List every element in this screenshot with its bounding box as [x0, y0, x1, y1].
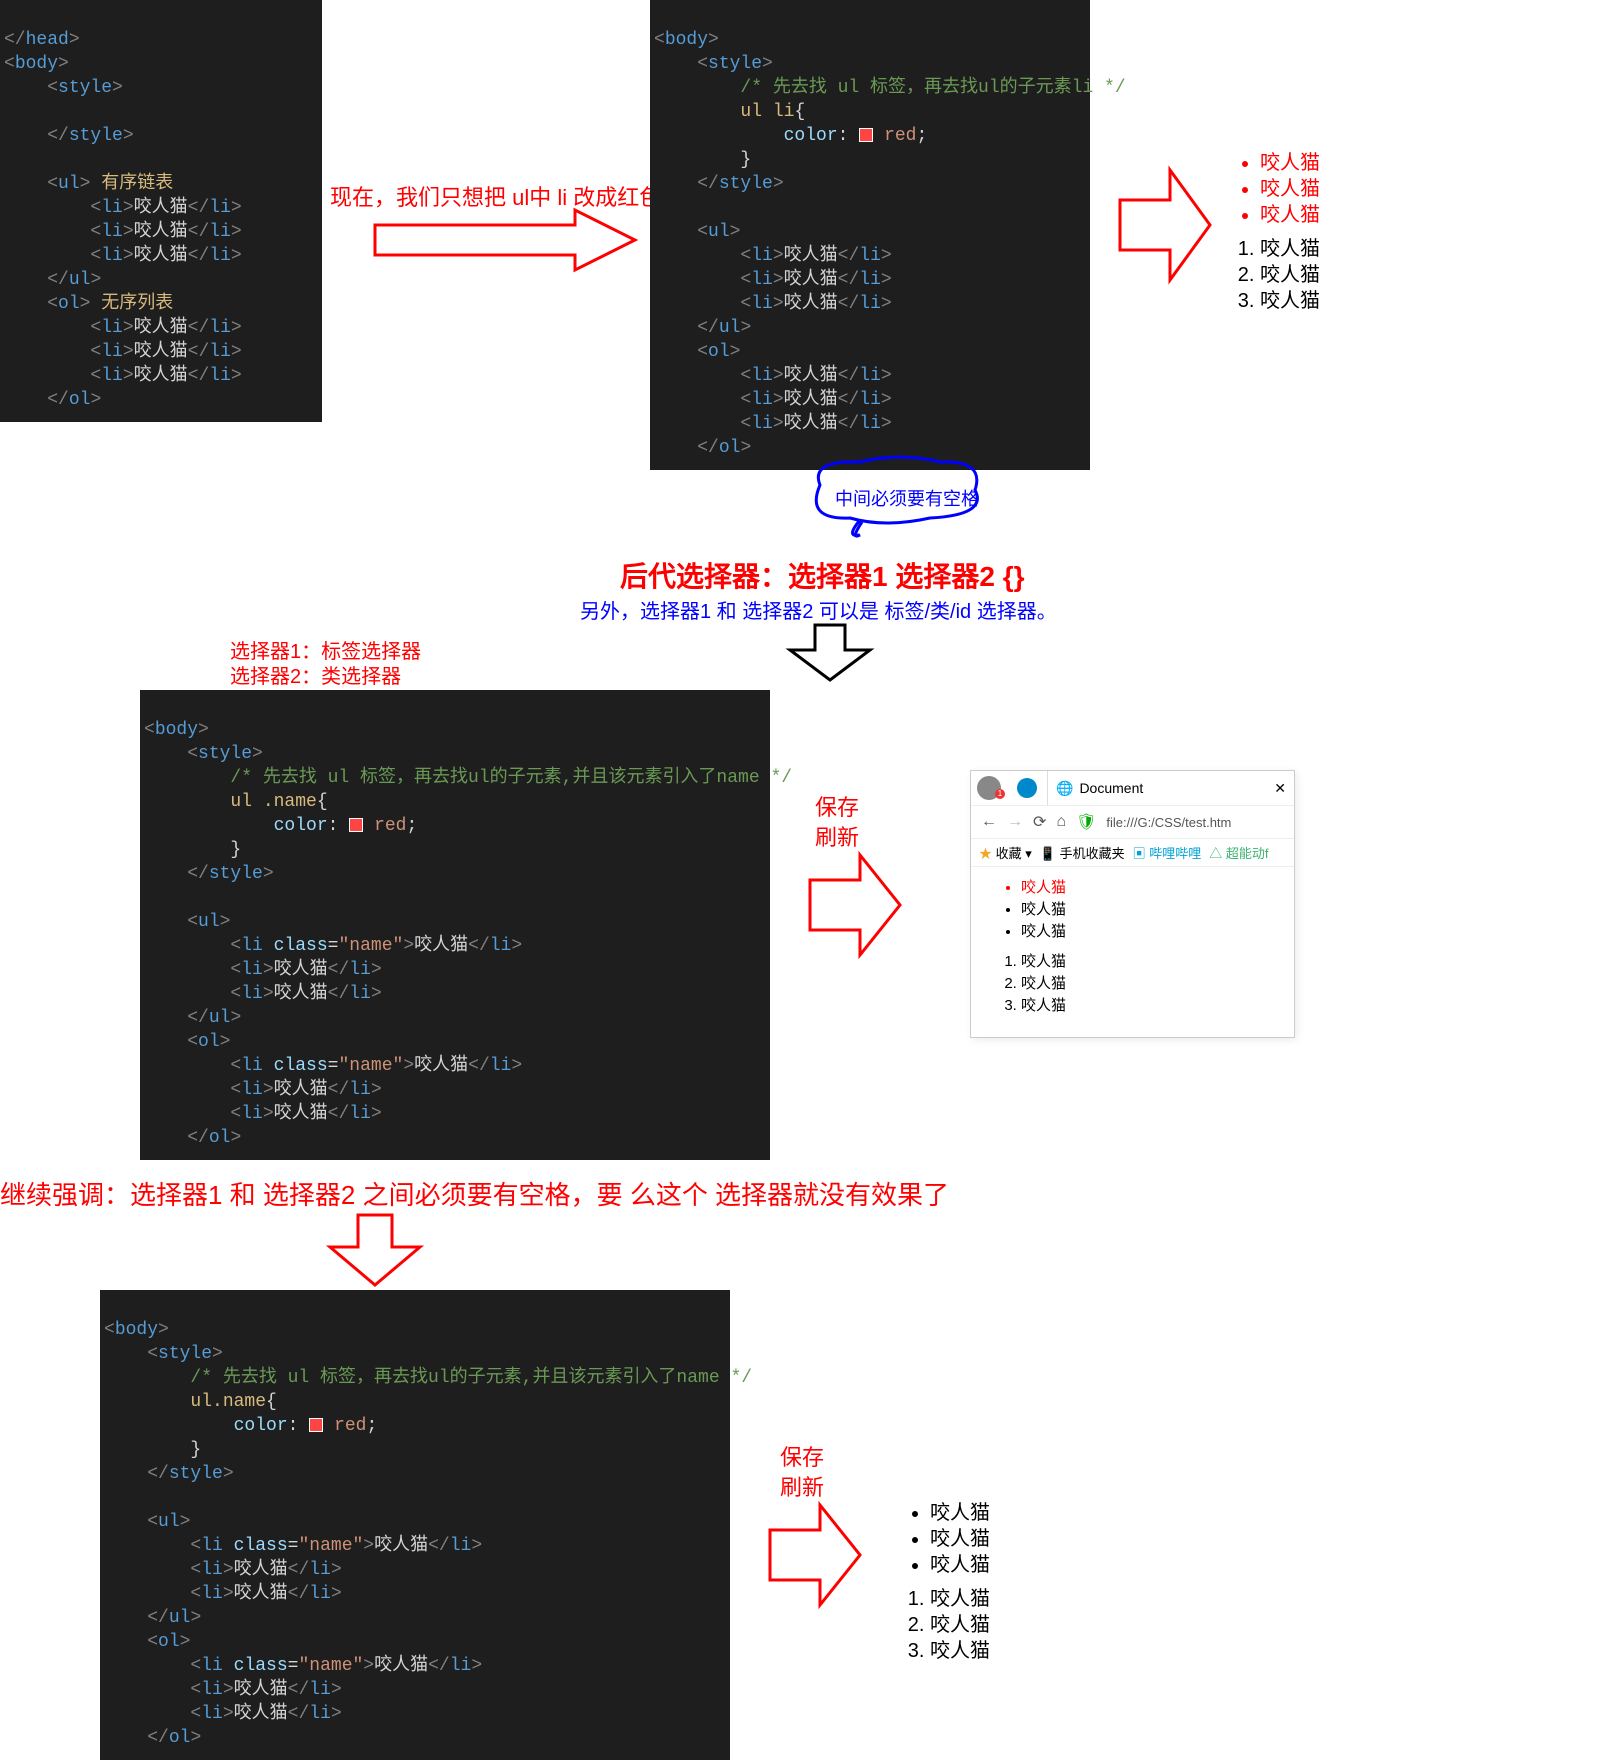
browser-window: 1 🌐 Document ✕ ← → ⟳ ⌂ 🛡 file:///G:/CSS/…	[970, 770, 1295, 1038]
save-label: 保存	[815, 790, 859, 822]
render-result-3: 咬人猫 咬人猫 咬人猫 咬人猫 咬人猫 咬人猫	[880, 1500, 990, 1664]
browser-nav: ← → ⟳ ⌂ 🛡 file:///G:/CSS/test.htm	[971, 805, 1294, 839]
bookmark-bili[interactable]: ▣ 哔哩哔哩	[1133, 843, 1202, 862]
arrow-right-4	[770, 1505, 860, 1605]
list-item: 咬人猫	[1260, 202, 1320, 228]
list-item: 咬人猫	[1021, 973, 1294, 995]
save-label-2: 保存	[780, 1440, 824, 1472]
bookmark-fav[interactable]: ★ 收藏 ▾	[979, 843, 1032, 862]
telegram-icon[interactable]	[1017, 778, 1037, 798]
forward-icon[interactable]: →	[1007, 813, 1023, 831]
reload-icon[interactable]: ⟳	[1033, 812, 1046, 832]
list-item: 咬人猫	[1021, 877, 1294, 899]
arrow-right-1	[375, 210, 640, 270]
bookmark-cn[interactable]: △ 超能动f	[1209, 843, 1268, 862]
refresh-label-2: 刷新	[780, 1470, 824, 1502]
note-selector2: 选择器2：类选择器	[230, 660, 401, 689]
back-icon[interactable]: ←	[981, 813, 997, 831]
browser-tabbar: 1 🌐 Document ✕	[971, 771, 1294, 805]
list-item: 咬人猫	[1021, 921, 1294, 943]
close-icon[interactable]: ✕	[1274, 780, 1286, 797]
code-block-3: <body> <style> /* 先去找 ul 标签，再去找ul的子元素,并且…	[140, 690, 770, 1160]
list-item: 咬人猫	[930, 1500, 990, 1526]
list-item: 咬人猫	[1021, 899, 1294, 921]
bookmark-mobile[interactable]: 📱 手机收藏夹	[1040, 843, 1125, 862]
arrow-down-1	[790, 625, 870, 680]
render-result-2: 咬人猫 咬人猫 咬人猫 咬人猫 咬人猫 咬人猫	[971, 867, 1294, 1037]
title-descendant-selector: 后代选择器：选择器1 选择器2 {}	[620, 555, 1025, 595]
url-bar[interactable]: file:///G:/CSS/test.htm	[1106, 815, 1284, 830]
tab-title: Document	[1079, 780, 1143, 796]
list-item: 咬人猫	[1260, 262, 1320, 288]
refresh-label: 刷新	[815, 820, 859, 852]
list-item: 咬人猫	[1260, 150, 1320, 176]
annotation-change-red: 现在，我们只想把 ul中 li 改成红色。	[330, 180, 683, 212]
bookmark-bar: ★ 收藏 ▾ 📱 手机收藏夹 ▣ 哔哩哔哩 △ 超能动f	[971, 839, 1294, 867]
arrow-right-2	[1120, 170, 1210, 280]
arrow-right-3	[810, 855, 900, 955]
list-item: 咬人猫	[930, 1552, 990, 1578]
emphasis-line: 继续强调：选择器1 和 选择器2 之间必须要有空格，要 么这个 选择器就没有效果…	[0, 1175, 949, 1212]
list-item: 咬人猫	[930, 1586, 990, 1612]
notification-badge: 1	[995, 789, 1005, 799]
list-item: 咬人猫	[1021, 995, 1294, 1017]
list-item: 咬人猫	[1260, 176, 1320, 202]
bubble-text: 中间必须要有空格	[835, 485, 979, 511]
code-block-1: </head> <body> <style> </style> <ul> 有序链…	[0, 0, 322, 422]
list-item: 咬人猫	[930, 1612, 990, 1638]
home-icon[interactable]: ⌂	[1056, 813, 1066, 831]
code-block-2: <body> <style> /* 先去找 ul 标签，再去找ul的子元素li …	[650, 0, 1090, 470]
render-result-1: 咬人猫 咬人猫 咬人猫 咬人猫 咬人猫 咬人猫	[1210, 150, 1320, 314]
list-item: 咬人猫	[930, 1526, 990, 1552]
browser-tab[interactable]: 🌐 Document ✕	[1047, 771, 1294, 805]
shield-icon: 🛡	[1076, 812, 1096, 832]
list-item: 咬人猫	[930, 1638, 990, 1664]
code-block-4: <body> <style> /* 先去找 ul 标签，再去找ul的子元素,并且…	[100, 1290, 730, 1760]
subtitle-note: 另外，选择器1 和 选择器2 可以是 标签/类/id 选择器。	[580, 595, 1057, 624]
arrow-down-2	[330, 1215, 420, 1285]
globe-icon: 🌐	[1056, 780, 1073, 797]
list-item: 咬人猫	[1260, 288, 1320, 314]
list-item: 咬人猫	[1260, 236, 1320, 262]
list-item: 咬人猫	[1021, 951, 1294, 973]
